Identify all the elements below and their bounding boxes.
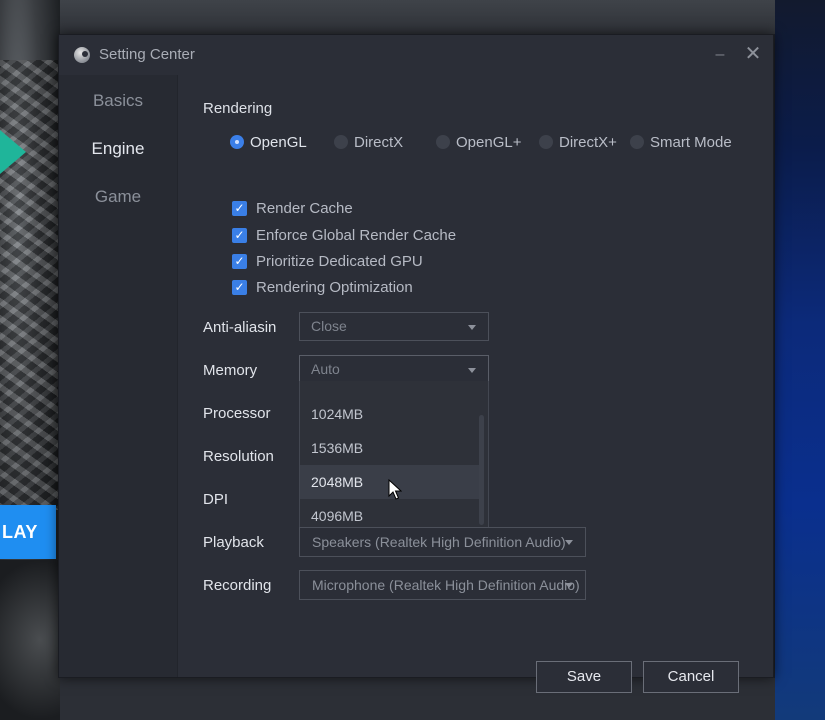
checkmark-icon: ✓ bbox=[232, 200, 247, 216]
radio-directx[interactable]: DirectX bbox=[334, 131, 403, 153]
memory-label: Memory bbox=[203, 362, 258, 379]
chevron-down-icon bbox=[468, 325, 476, 330]
minimize-icon[interactable]: – bbox=[711, 45, 729, 65]
radio-directx-plus-label: DirectX+ bbox=[559, 133, 617, 151]
radio-smart-mode-label: Smart Mode bbox=[650, 133, 732, 151]
anti-aliasing-select[interactable]: Close bbox=[299, 312, 489, 341]
memory-option-1024mb[interactable]: 1024MB bbox=[300, 397, 480, 431]
rendering-section-title: Rendering bbox=[203, 100, 273, 117]
chevron-down-icon bbox=[565, 583, 573, 588]
radio-directx-plus[interactable]: DirectX+ bbox=[539, 131, 617, 153]
recording-label: Recording bbox=[203, 577, 272, 594]
dpi-label: DPI bbox=[203, 491, 229, 508]
checkbox-enforce-global-render-cache-label: Enforce Global Render Cache bbox=[256, 226, 457, 244]
engine-settings-panel: Rendering OpenGL DirectX OpenGL+ DirectX… bbox=[178, 75, 773, 693]
recording-device-value: Microphone (Realtek High Definition Audi… bbox=[312, 577, 580, 593]
radio-opengl-plus[interactable]: OpenGL+ bbox=[436, 131, 521, 153]
dropdown-scrollbar[interactable] bbox=[479, 415, 484, 525]
resolution-label: Resolution bbox=[203, 448, 274, 465]
title-bar[interactable]: Setting Center – ✕ bbox=[59, 35, 773, 75]
checkmark-icon: ✓ bbox=[232, 253, 247, 269]
anti-aliasing-value: Close bbox=[311, 318, 347, 334]
sidebar-item-engine[interactable]: Engine bbox=[59, 131, 177, 167]
checkbox-prioritize-dedicated-gpu-label: Prioritize Dedicated GPU bbox=[256, 252, 423, 270]
radio-unselected-icon bbox=[334, 135, 348, 149]
memory-value: Auto bbox=[311, 361, 340, 377]
checkbox-render-cache[interactable]: ✓ Render Cache bbox=[232, 198, 353, 218]
close-icon[interactable]: ✕ bbox=[743, 44, 763, 64]
memory-select[interactable]: Auto bbox=[299, 355, 489, 384]
save-button[interactable]: Save bbox=[536, 661, 632, 693]
sidebar-item-basics[interactable]: Basics bbox=[59, 83, 177, 119]
playback-device-select[interactable]: Speakers (Realtek High Definition Audio) bbox=[299, 527, 586, 557]
recording-device-select[interactable]: Microphone (Realtek High Definition Audi… bbox=[299, 570, 586, 600]
radio-opengl-label: OpenGL bbox=[250, 133, 307, 151]
memory-dropdown-list[interactable]: 1024MB 1536MB 2048MB 4096MB bbox=[299, 381, 489, 529]
radio-smart-mode[interactable]: Smart Mode bbox=[630, 131, 766, 153]
checkmark-icon: ✓ bbox=[232, 227, 247, 243]
playback-label: Playback bbox=[203, 534, 264, 551]
memory-option-4096mb[interactable]: 4096MB bbox=[300, 499, 480, 528]
radio-opengl[interactable]: OpenGL bbox=[230, 131, 307, 153]
background-teal-shape bbox=[0, 130, 26, 174]
settings-sidebar: Basics Engine Game bbox=[59, 75, 178, 677]
background-top-bar bbox=[60, 0, 775, 34]
checkbox-enforce-global-render-cache[interactable]: ✓ Enforce Global Render Cache bbox=[232, 225, 456, 245]
checkmark-icon: ✓ bbox=[232, 279, 247, 295]
playback-device-value: Speakers (Realtek High Definition Audio) bbox=[312, 534, 566, 550]
sidebar-item-game[interactable]: Game bbox=[59, 179, 177, 215]
checkbox-rendering-optimization[interactable]: ✓ Rendering Optimization bbox=[232, 277, 413, 297]
checkbox-render-cache-label: Render Cache bbox=[256, 199, 353, 217]
cancel-button[interactable]: Cancel bbox=[643, 661, 739, 693]
chevron-down-icon bbox=[565, 540, 573, 545]
anti-aliasing-label: Anti-aliasing bbox=[203, 319, 276, 336]
play-button[interactable]: LAY bbox=[0, 505, 56, 559]
radio-opengl-plus-label: OpenGL+ bbox=[456, 133, 522, 151]
app-logo-icon bbox=[74, 47, 90, 63]
radio-unselected-icon bbox=[539, 135, 553, 149]
window-title: Setting Center bbox=[99, 46, 195, 63]
setting-center-dialog: Setting Center – ✕ Basics Engine Game Re… bbox=[58, 34, 774, 693]
memory-option-1536mb[interactable]: 1536MB bbox=[300, 431, 480, 465]
checkbox-prioritize-dedicated-gpu[interactable]: ✓ Prioritize Dedicated GPU bbox=[232, 251, 423, 271]
radio-directx-label: DirectX bbox=[354, 133, 404, 151]
radio-unselected-icon bbox=[436, 135, 450, 149]
checkbox-rendering-optimization-label: Rendering Optimization bbox=[256, 278, 413, 296]
radio-unselected-icon bbox=[630, 135, 644, 149]
background-blue-panel bbox=[775, 0, 825, 720]
radio-selected-icon bbox=[230, 135, 244, 149]
processor-label: Processor bbox=[203, 405, 271, 422]
chevron-down-icon bbox=[468, 368, 476, 373]
